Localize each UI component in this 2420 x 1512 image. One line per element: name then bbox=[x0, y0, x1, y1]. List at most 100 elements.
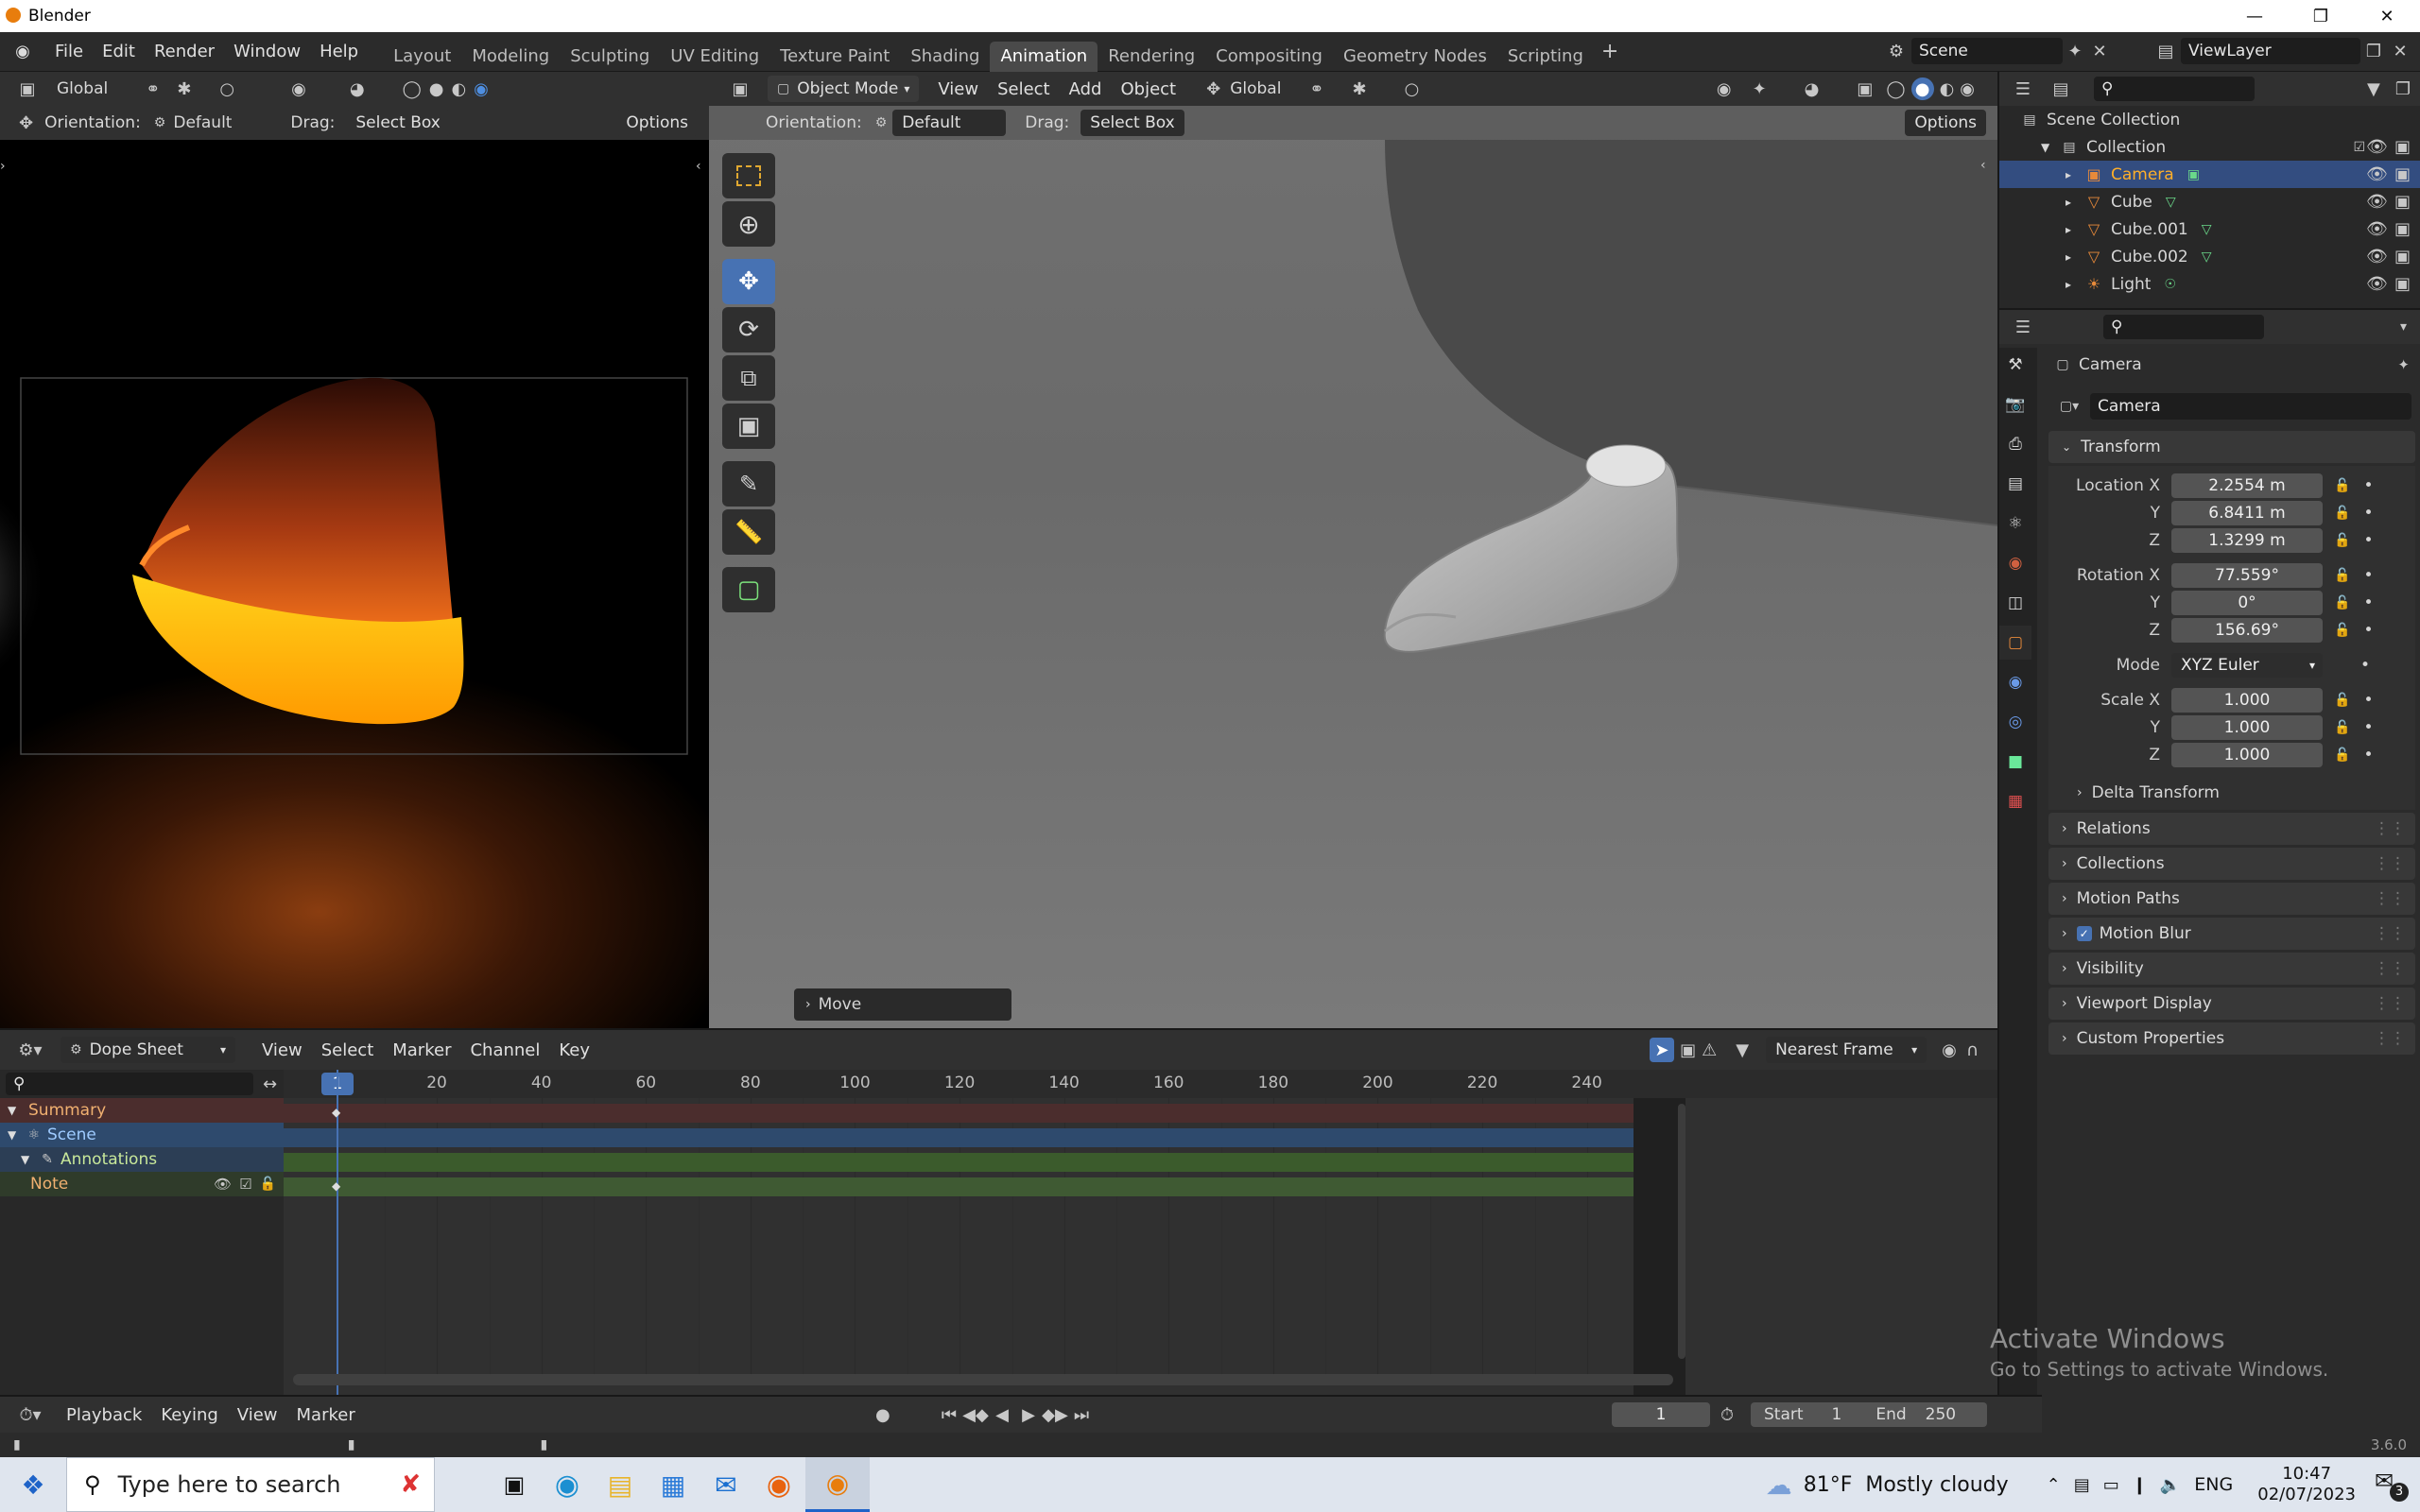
blender-taskbar-button[interactable]: ◉ bbox=[805, 1457, 870, 1512]
rotate-tool[interactable]: ⟳ bbox=[722, 307, 775, 352]
overlay-icon[interactable]: ◕ bbox=[1805, 79, 1820, 99]
viewport-menu-select[interactable]: Select bbox=[988, 72, 1060, 106]
drag-handle-icon[interactable]: ⋮⋮ bbox=[2374, 994, 2406, 1013]
measure-tool[interactable]: 📏 bbox=[722, 509, 775, 555]
weather-text[interactable]: 81°F Mostly cloudy bbox=[1804, 1473, 2009, 1497]
tab-layout[interactable]: Layout bbox=[383, 42, 461, 72]
proportional-icon[interactable]: ○ bbox=[219, 79, 234, 99]
shading-rendered-icon[interactable]: ◉ bbox=[1960, 79, 1975, 99]
mail-button[interactable]: ✉ bbox=[700, 1457, 752, 1512]
options-chevron-icon[interactable]: ▾ bbox=[2400, 319, 2407, 335]
keyframe-region[interactable]: 1 20406080100120140160180200220240 ◆ ◆ bbox=[284, 1070, 1997, 1395]
keyframe-dot-icon[interactable]: • bbox=[2363, 746, 2373, 765]
tab-scripting[interactable]: Scripting bbox=[1497, 42, 1594, 72]
end-field[interactable]: 250 bbox=[1926, 1405, 1956, 1424]
outliner-item-light[interactable]: ▸ ☀ Light ☉ 👁 ▣ bbox=[1999, 270, 2420, 298]
lock-icon[interactable]: 🔓 bbox=[2334, 720, 2350, 735]
tab-uv-editing[interactable]: UV Editing bbox=[660, 42, 769, 72]
visibility-icon[interactable]: ◉ bbox=[291, 79, 306, 99]
file-explorer-button[interactable]: ▤ bbox=[594, 1457, 647, 1512]
keyframe-dot-icon[interactable]: • bbox=[2363, 566, 2373, 585]
pin-icon[interactable]: ✦ bbox=[2397, 356, 2410, 373]
object-data-icon[interactable]: ▽ bbox=[2202, 249, 2212, 265]
rotation-x-field[interactable]: 77.559° bbox=[2171, 562, 2323, 588]
scale-tool[interactable]: ⧉ bbox=[722, 355, 775, 401]
task-view-button[interactable]: ▣ bbox=[488, 1457, 541, 1512]
horizontal-scrollbar[interactable] bbox=[293, 1374, 1673, 1385]
channel-note[interactable]: Note 👁 ☑ 🔓 bbox=[0, 1172, 284, 1196]
checkbox-icon[interactable]: ☑ bbox=[239, 1176, 251, 1193]
minimize-icon[interactable]: — bbox=[2221, 0, 2288, 32]
dopesheet-menu-channel[interactable]: Channel bbox=[460, 1031, 549, 1069]
options-dropdown[interactable]: Options bbox=[616, 110, 698, 136]
outliner-search[interactable]: ⚲ bbox=[2094, 77, 2255, 101]
snap-icon[interactable]: ✱ bbox=[1353, 79, 1367, 99]
camera-render-icon[interactable]: ▣ bbox=[2394, 192, 2411, 212]
location-y-field[interactable]: 6.8411 m bbox=[2171, 500, 2323, 525]
snap-dropdown[interactable]: Nearest Frame ▾ bbox=[1766, 1037, 1927, 1063]
eye-icon[interactable]: 👁 bbox=[2366, 247, 2388, 266]
scene-collection-row[interactable]: ▤ Scene Collection bbox=[1999, 106, 2420, 133]
jump-end-icon[interactable]: ⏭ bbox=[1068, 1405, 1095, 1425]
location-z-field[interactable]: 1.3299 m bbox=[2171, 527, 2323, 553]
viewlayer-selector[interactable]: ▤ ViewLayer ❐ ✕ bbox=[2151, 38, 2413, 64]
menu-edit[interactable]: Edit bbox=[93, 32, 145, 72]
modifier-tab-icon[interactable]: ◉ bbox=[1999, 665, 2031, 699]
notifications-button[interactable]: ✉ 3 bbox=[2375, 1468, 2409, 1502]
timeline-menu-view[interactable]: View bbox=[228, 1397, 287, 1433]
location-x-field[interactable]: 2.2554 m bbox=[2171, 472, 2323, 498]
dopesheet-menu-key[interactable]: Key bbox=[549, 1031, 599, 1069]
lock-icon[interactable]: 🔓 bbox=[2334, 478, 2350, 493]
eye-icon[interactable]: 👁 bbox=[2366, 219, 2388, 239]
viewport-menu-add[interactable]: Add bbox=[1060, 72, 1112, 106]
viewport-menu-view[interactable]: View bbox=[928, 72, 988, 106]
keyframe-dot-icon[interactable]: • bbox=[2363, 504, 2373, 523]
editor-type-icon[interactable]: ⏱▾ bbox=[13, 1405, 47, 1425]
rotation-z-field[interactable]: 156.69° bbox=[2171, 617, 2323, 643]
drag-handle-icon[interactable]: ⋮⋮ bbox=[2374, 1029, 2406, 1048]
auto-keying-icon[interactable]: ● bbox=[875, 1405, 890, 1425]
play-icon[interactable]: ▶ bbox=[1015, 1405, 1042, 1425]
editor-type-icon[interactable]: ☰ bbox=[2009, 318, 2037, 337]
dopesheet-mode-dropdown[interactable]: ⚙ Dope Sheet ▾ bbox=[60, 1037, 235, 1063]
last-operator-panel[interactable]: › Move bbox=[794, 988, 1011, 1021]
world-tab-icon[interactable]: ◉ bbox=[1999, 546, 2031, 580]
next-keyframe-icon[interactable]: ◆▶ bbox=[1042, 1405, 1068, 1425]
camera-render-icon[interactable]: ▣ bbox=[2394, 164, 2411, 184]
object-data-icon[interactable]: ▽ bbox=[2166, 195, 2176, 210]
gizmo-icon[interactable]: ✦ bbox=[1753, 79, 1767, 99]
transform-orientation-dropdown[interactable]: Global bbox=[57, 79, 108, 98]
show-hidden-icon[interactable]: ▣ bbox=[1680, 1040, 1696, 1060]
physics-tab-icon[interactable]: ◎ bbox=[1999, 705, 2031, 739]
collection-row[interactable]: ▼ ▤ Collection ☑ 👁 ▣ bbox=[1999, 133, 2420, 161]
annotate-tool[interactable]: ✎ bbox=[722, 461, 775, 507]
shading-material-icon[interactable]: ◐ bbox=[451, 79, 466, 99]
camera-render-icon[interactable]: ▣ bbox=[2394, 247, 2411, 266]
remove-viewlayer-icon[interactable]: ✕ bbox=[2387, 42, 2413, 61]
meet-icon[interactable]: ▤ bbox=[2074, 1475, 2090, 1495]
taskbar-search[interactable]: ⚲ Type here to search ✘ bbox=[66, 1457, 435, 1512]
pivot-icon[interactable]: ⚭ bbox=[1309, 79, 1323, 99]
snap-icon[interactable]: ✱ bbox=[177, 79, 191, 99]
object-data-icon[interactable]: ☉ bbox=[2164, 277, 2176, 292]
expand-icon[interactable]: ▼ bbox=[2041, 141, 2058, 154]
camera-render-icon[interactable]: ▣ bbox=[2394, 219, 2411, 239]
panel-visibility[interactable]: › Visibility ⋮⋮ bbox=[2048, 953, 2415, 985]
close-icon[interactable]: ✕ bbox=[2354, 0, 2420, 32]
drag-dropdown[interactable]: Select Box bbox=[1080, 110, 1184, 136]
sidebar-toggle-icon[interactable]: ‹ bbox=[1980, 158, 1986, 173]
editor-type-icon[interactable]: ⚙▾ bbox=[13, 1040, 47, 1060]
expand-icon[interactable]: ▸ bbox=[2066, 168, 2083, 181]
eye-icon[interactable]: 👁 bbox=[2366, 137, 2388, 157]
tab-compositing[interactable]: Compositing bbox=[1205, 42, 1333, 72]
expand-icon[interactable]: ▸ bbox=[2066, 223, 2083, 236]
transform-tool[interactable]: ▣ bbox=[722, 404, 775, 449]
dopesheet-menu-select[interactable]: Select bbox=[312, 1031, 384, 1069]
select-box-tool[interactable] bbox=[722, 153, 775, 198]
expand-icon[interactable]: ▼ bbox=[8, 1128, 25, 1142]
xray-icon[interactable]: ▣ bbox=[1857, 79, 1873, 99]
tab-rendering[interactable]: Rendering bbox=[1098, 42, 1205, 72]
camera-render-icon[interactable]: ▣ bbox=[2394, 137, 2411, 157]
drag-handle-icon[interactable]: ⋮⋮ bbox=[2374, 959, 2406, 978]
current-frame-field[interactable]: 1 bbox=[1612, 1402, 1710, 1427]
